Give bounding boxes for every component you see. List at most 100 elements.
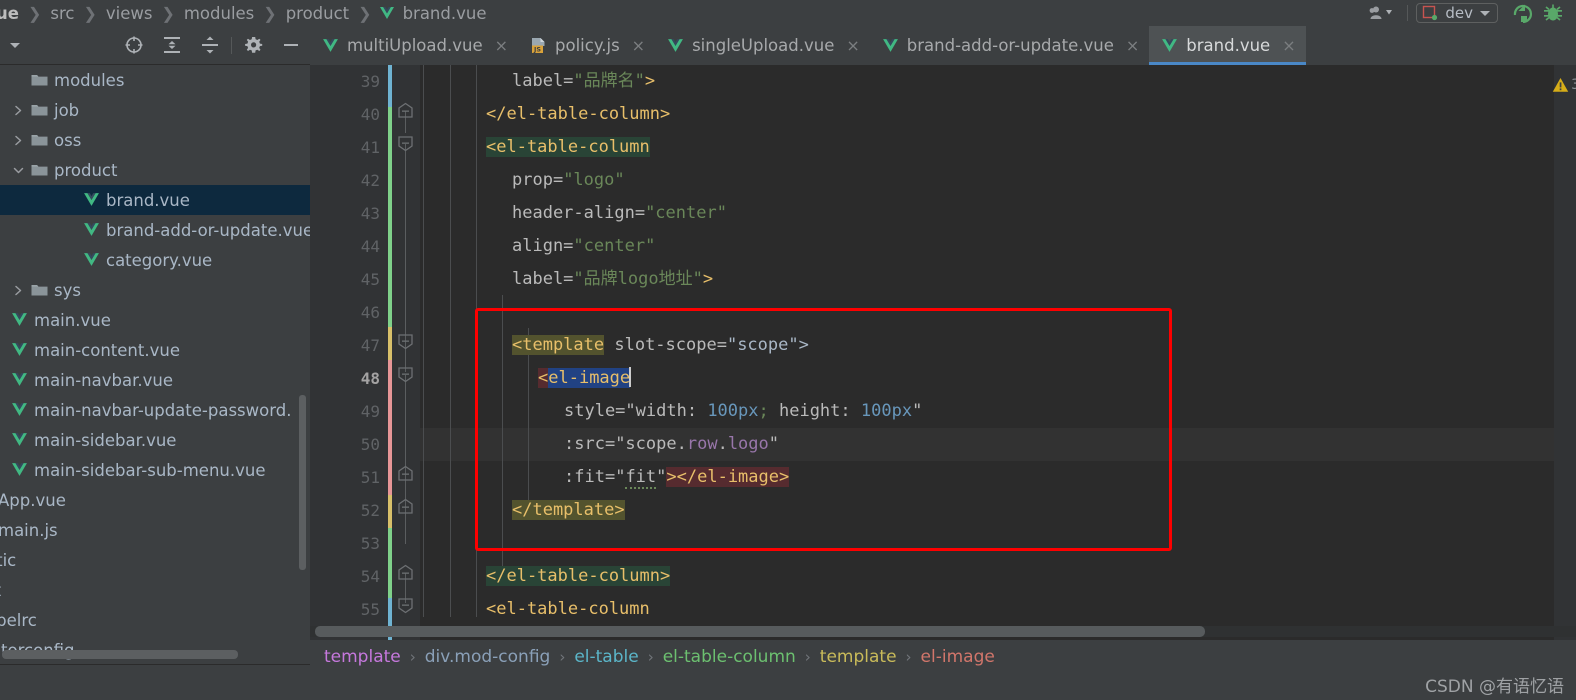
breadcrumb-item-views[interactable]: views [104,4,155,23]
tree-item-job[interactable]: job [0,95,310,125]
line-number-41[interactable]: 41 [320,131,380,164]
chevron-right-icon[interactable] [8,285,28,296]
line-number-53[interactable]: 53 [320,527,380,560]
vue-file-icon [8,372,30,388]
structure-breadcrumb-item-el-table-column[interactable]: el-table-column [663,647,796,667]
structure-breadcrumb-item-template[interactable]: template [820,647,897,667]
fold-end-marker-icon[interactable] [397,465,414,482]
tree-item-sys[interactable]: sys [0,275,310,305]
code-folding-column[interactable] [392,65,420,640]
line-number-43[interactable]: 43 [320,197,380,230]
editor-error-stripe[interactable]: 3 [1552,65,1576,640]
close-icon[interactable]: × [1126,37,1139,54]
editor-tab-brand-vue[interactable]: brand.vue × [1149,26,1306,65]
code-editor[interactable]: 39 40 41 42 43 44 45 46 47 48 49 50 51 52 53 54 55 [310,65,1576,640]
close-icon[interactable]: × [632,37,645,54]
line-number-45[interactable]: 45 [320,263,380,296]
close-icon[interactable]: × [846,37,859,54]
tree-item-main-navbar-vue[interactable]: main-navbar.vue [0,365,310,395]
structure-breadcrumb-item-el-table[interactable]: el-table [574,647,638,667]
collapse-all-icon[interactable] [191,26,229,64]
expand-all-icon[interactable] [153,26,191,64]
tree-item-category-vue[interactable]: category.vue [0,245,310,275]
chevron-down-icon[interactable] [8,165,28,176]
line-number-42[interactable]: 42 [320,164,380,197]
close-icon[interactable]: × [1282,37,1295,54]
code-content[interactable]: label="品牌名"> </el-table-column> <el-tabl… [420,65,1576,640]
gear-icon[interactable] [234,26,272,64]
structure-breadcrumb-item-template[interactable]: template [324,647,401,667]
tree-item-oss[interactable]: oss [0,125,310,155]
line-number-55[interactable]: 55 [320,593,380,626]
line-number-44[interactable]: 44 [320,230,380,263]
line-number-39[interactable]: 39 [320,65,380,98]
project-file-tree[interactable]: modules job oss product brand.vue brand-add-o… [0,65,310,665]
sidebar-horizontal-scrollbar[interactable] [2,650,238,659]
fold-end-marker-icon[interactable] [397,102,414,119]
vue-file-icon [80,222,102,238]
sidebar-vertical-scrollbar[interactable] [299,395,306,570]
editor-tab-singleupload-vue[interactable]: singleUpload.vue × [655,26,870,65]
navigation-breadcrumb[interactable]: ue ❯ src ❯ views ❯ modules ❯ product ❯ b… [0,0,1369,26]
breadcrumb-separator-icon: › [559,648,566,666]
user-icon[interactable] [1369,0,1399,26]
editor-tab-brand-add-or-update-vue[interactable]: brand-add-or-update.vue × [870,26,1150,65]
structure-breadcrumb[interactable]: template › div.mod-config › el-table › el-tabl… [310,640,1576,674]
tree-item-app-vue[interactable]: App.vue [0,485,310,515]
run-icon[interactable] [1508,0,1538,26]
line-number-48[interactable]: 48 [320,362,380,395]
line-number-54[interactable]: 54 [320,560,380,593]
tree-item-abelrc[interactable]: abelrc [0,605,310,635]
line-number-40[interactable]: 40 [320,98,380,131]
tree-item-modules[interactable]: modules [0,65,310,95]
tree-item-st[interactable]: st [0,575,310,605]
structure-breadcrumb-item-div-mod-config[interactable]: div.mod-config [425,647,551,667]
select-opened-file-icon[interactable] [115,26,153,64]
structure-breadcrumb-item-el-image[interactable]: el-image [921,647,995,667]
warning-badge[interactable]: 3 [1552,77,1576,93]
tree-item-main-content-vue[interactable]: main-content.vue [0,335,310,365]
run-configuration-selector[interactable]: dev [1416,3,1498,23]
editor-gutter[interactable]: 39 40 41 42 43 44 45 46 47 48 49 50 51 52 53 54 55 [310,65,388,640]
line-number-50[interactable]: 50 [320,428,380,461]
line-number-47[interactable]: 47 [320,329,380,362]
fold-start-marker-icon[interactable] [397,333,414,350]
tree-item-brand-add-or-update-vue[interactable]: brand-add-or-update.vue [0,215,310,245]
tree-item-atic[interactable]: atic [0,545,310,575]
line-number-51[interactable]: 51 [320,461,380,494]
close-icon[interactable]: × [495,37,508,54]
editor-tab-bar[interactable]: multiUpload.vue × JS policy.js × singleUpload… [310,26,1576,65]
breadcrumb-item-product[interactable]: product [284,4,351,23]
line-number-46[interactable]: 46 [320,296,380,329]
breadcrumb-item-src[interactable]: src [48,4,76,23]
tree-item-label: brand.vue [106,190,190,210]
code-line-49: style="width: 100px; height: 100px" [564,401,923,421]
tree-item-main-js[interactable]: JSmain.js [0,515,310,545]
tree-item-main-vue[interactable]: main.vue [0,305,310,335]
editor-tab-policy-js[interactable]: JS policy.js × [518,26,655,65]
breadcrumb-item-brand-vue[interactable]: brand.vue [401,4,489,23]
chevron-down-icon[interactable] [1480,10,1490,16]
line-number-49[interactable]: 49 [320,395,380,428]
hide-panel-icon[interactable] [272,26,310,64]
fold-end-marker-icon[interactable] [397,564,414,581]
chevron-right-icon[interactable] [8,105,28,116]
chevron-right-icon[interactable] [8,135,28,146]
tree-item-product[interactable]: product [0,155,310,185]
fold-start-marker-icon[interactable] [397,135,414,152]
fold-end-marker-icon[interactable] [397,498,414,515]
project-view-dropdown[interactable] [2,42,28,48]
tree-item-main-sidebar-sub-menu-vue[interactable]: main-sidebar-sub-menu.vue [0,455,310,485]
line-number-52[interactable]: 52 [320,494,380,527]
editor-horizontal-scrollbar[interactable] [315,626,1205,637]
tree-item-brand-vue[interactable]: brand.vue [0,185,310,215]
breadcrumb-item-modules[interactable]: modules [182,4,256,23]
folder-icon [28,163,50,177]
fold-start-marker-icon[interactable] [397,597,414,614]
fold-start-marker-icon[interactable] [397,366,414,383]
tree-item-main-sidebar-vue[interactable]: main-sidebar.vue [0,425,310,455]
tree-item-main-navbar-update-password-[interactable]: main-navbar-update-password. [0,395,310,425]
debug-icon[interactable] [1538,0,1568,26]
editor-tab-multiupload-vue[interactable]: multiUpload.vue × [310,26,518,65]
breadcrumb-item-project[interactable]: ue [0,4,21,23]
